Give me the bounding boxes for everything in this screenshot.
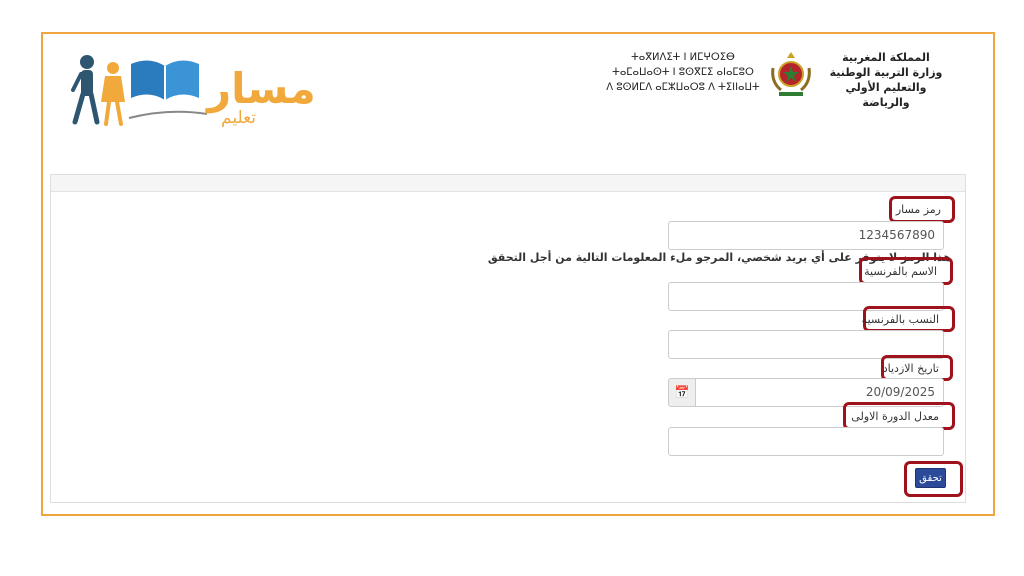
royal-emblem-icon bbox=[771, 52, 811, 96]
firstname-label: الاسم بالفرنسية bbox=[864, 265, 937, 278]
arabic-line: والتعليم الأولي والرياضة bbox=[845, 81, 927, 109]
ministry-name-arabic: المملكة المغربية وزارة التربية الوطنية و… bbox=[821, 50, 951, 110]
massar-logo: مسار تعليم bbox=[59, 44, 327, 172]
tifinagh-line: ⵜⴰⴳⵍⴷⵉⵜ ⵏ ⵍⵎⵖⵔⵉⴱ bbox=[631, 52, 735, 63]
tifinagh-line: ⵜⴰⵎⴰⵡⴰⵙⵜ ⵏ ⵓⵙⴳⵎⵉ ⴰⵏⴰⵎⵓⵔ bbox=[612, 67, 754, 78]
average-label: معدل الدورة الاولى bbox=[851, 410, 939, 423]
ministry-name-tifinagh: ⵜⴰⴳⵍⴷⵉⵜ ⵏ ⵍⵎⵖⵔⵉⴱ ⵜⴰⵎⴰⵡⴰⵙⵜ ⵏ ⵓⵙⴳⵎⵉ ⴰⵏⴰⵎⵓⵔ… bbox=[603, 50, 763, 95]
logo-title: مسار bbox=[207, 64, 316, 113]
verification-panel: رمز مسار 1234567890 هذا الرمز لا يتوفر ع… bbox=[50, 174, 966, 503]
logo-figures-icon bbox=[71, 55, 208, 126]
arabic-line: وزارة التربية الوطنية bbox=[829, 66, 943, 79]
calendar-icon[interactable]: 📅 bbox=[668, 378, 696, 407]
arabic-line: المملكة المغربية bbox=[842, 51, 930, 64]
birthdate-label: تاريخ الازدياد bbox=[882, 362, 939, 375]
panel-heading bbox=[51, 175, 965, 192]
page-frame: مسار تعليم ⵜⴰⴳⵍⴷⵉⵜ ⵏ ⵍⵎⵖⵔⵉⴱ ⵜⴰⵎⴰⵡⴰⵙⵜ ⵏ ⵓ… bbox=[41, 32, 995, 516]
verify-button[interactable]: تحقق bbox=[915, 468, 946, 488]
massar-code-input[interactable]: 1234567890 bbox=[668, 221, 944, 250]
lastname-label: النسب بالفرنسية bbox=[861, 313, 939, 326]
code-label: رمز مسار bbox=[895, 203, 941, 216]
tifinagh-line: ⴷ ⵓⵙⵍⵎⴷ ⴰⵎⵣⵡⴰⵔⵓ ⴷ ⵜⵉⵏⵏⴰⵡⵜ bbox=[606, 82, 760, 93]
average-input[interactable] bbox=[668, 427, 944, 456]
logo-subtitle: تعليم bbox=[221, 108, 257, 128]
